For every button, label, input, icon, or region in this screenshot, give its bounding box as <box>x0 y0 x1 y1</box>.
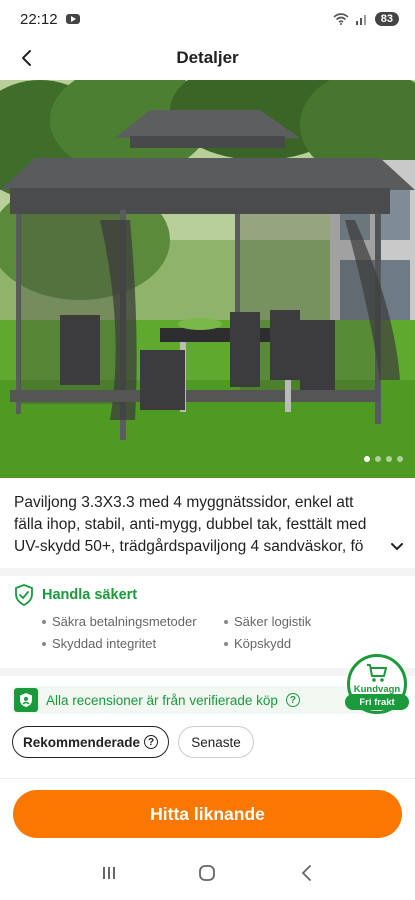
filter-recommended-label: Rekommenderade <box>22 734 141 750</box>
shield-check-icon <box>15 584 33 606</box>
chevron-down-icon <box>391 543 403 551</box>
verified-badge-icon <box>14 688 38 712</box>
status-bar: 22:12 83 <box>0 0 415 38</box>
gallery-dot[interactable] <box>375 456 381 462</box>
gallery-dot[interactable] <box>397 456 403 462</box>
system-back-button[interactable] <box>286 858 326 888</box>
gallery-pagination <box>364 456 403 462</box>
safe-shopping-section[interactable]: Handla säkert Säkra betalningsmetoder Sä… <box>0 578 415 668</box>
back-chevron-icon <box>301 865 311 881</box>
verified-reviews-banner[interactable]: Alla recensioner är från verifierade köp… <box>12 686 394 714</box>
gazebo-photo <box>0 80 415 478</box>
page-title: Detaljer <box>176 48 239 67</box>
cart-icon <box>367 664 387 682</box>
section-divider <box>0 568 415 576</box>
back-button[interactable] <box>12 44 40 72</box>
safe-item-label: Säker logistik <box>234 614 312 629</box>
wifi-icon <box>333 13 349 25</box>
safe-item-label: Säkra betalningsmetoder <box>52 614 197 629</box>
product-title: Paviljong 3.3X3.3 med 4 myggnätssidor, e… <box>14 494 367 555</box>
bullet <box>42 641 46 646</box>
safe-item: Köpskydd <box>224 636 291 651</box>
safe-shopping-title: Handla säkert <box>42 587 138 603</box>
status-left: 22:12 <box>20 11 80 28</box>
verified-reviews-text: Alla recensioner är från verifierade köp <box>46 692 278 708</box>
safe-item-label: Skyddad integritet <box>52 636 157 651</box>
bullet <box>224 641 228 646</box>
back-arrow-icon <box>22 50 31 66</box>
product-title-block[interactable]: Paviljong 3.3X3.3 med 4 myggnätssidor, e… <box>14 492 404 558</box>
bullet <box>42 619 46 624</box>
signal-icon <box>355 15 366 25</box>
product-image-gallery[interactable] <box>0 80 415 478</box>
home-button[interactable] <box>187 858 227 888</box>
find-similar-button[interactable]: Hitta liknande <box>13 790 402 838</box>
bullet <box>224 619 228 624</box>
status-right: 83 <box>333 12 399 26</box>
filter-latest-label: Senaste <box>191 734 241 750</box>
safe-shopping-header: Handla säkert <box>14 584 137 606</box>
free-shipping-badge: Fri frakt <box>345 694 409 710</box>
youtube-icon <box>65 14 80 24</box>
expand-title-button[interactable] <box>370 536 404 558</box>
filter-latest[interactable]: Senaste <box>178 726 254 758</box>
safe-item: Säkra betalningsmetoder <box>42 614 197 629</box>
recent-apps-icon <box>103 867 116 879</box>
system-navigation-bar <box>0 846 415 900</box>
gallery-dot-active[interactable] <box>364 456 370 462</box>
gallery-dot[interactable] <box>386 456 392 462</box>
app-header: Detaljer <box>0 38 415 78</box>
bottom-action-bar: Hitta liknande <box>0 778 415 846</box>
battery-indicator: 83 <box>374 12 399 26</box>
safe-item: Skyddad integritet <box>42 636 156 651</box>
info-icon[interactable]: ? <box>285 693 300 707</box>
safe-item-label: Köpskydd <box>234 636 292 651</box>
safe-item: Säker logistik <box>224 614 311 629</box>
recent-apps-button[interactable] <box>89 858 129 888</box>
filter-recommended[interactable]: Rekommenderade ? <box>12 726 169 758</box>
help-icon[interactable]: ? <box>144 735 159 749</box>
status-time: 22:12 <box>20 10 58 28</box>
home-icon <box>199 865 216 881</box>
